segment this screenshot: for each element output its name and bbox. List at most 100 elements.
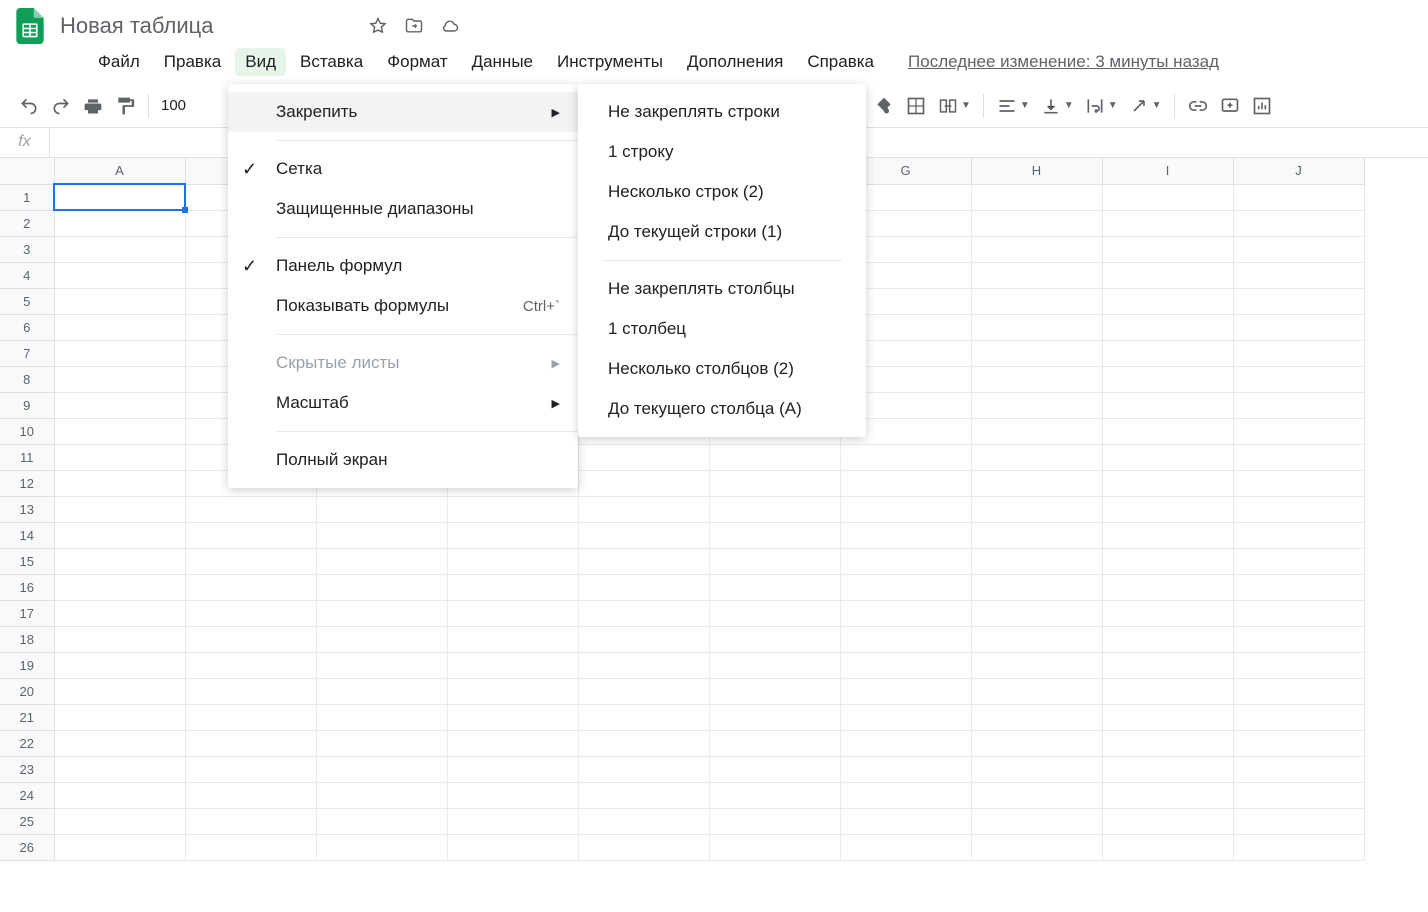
column-header[interactable]: H: [971, 158, 1102, 184]
cell[interactable]: [1102, 340, 1233, 366]
sheets-logo-icon[interactable]: [12, 8, 48, 44]
cell[interactable]: [316, 522, 447, 548]
cell[interactable]: [1102, 236, 1233, 262]
cell[interactable]: [578, 704, 709, 730]
cell[interactable]: [54, 418, 185, 444]
cell[interactable]: [185, 548, 316, 574]
cell[interactable]: [971, 314, 1102, 340]
cell[interactable]: [578, 626, 709, 652]
cell[interactable]: [578, 652, 709, 678]
cell[interactable]: [578, 496, 709, 522]
menu-format[interactable]: Формат: [377, 48, 457, 76]
print-icon[interactable]: [78, 91, 108, 121]
cell[interactable]: [1233, 314, 1364, 340]
text-wrap-icon[interactable]: [1080, 91, 1110, 121]
cell[interactable]: [54, 548, 185, 574]
undo-icon[interactable]: [14, 91, 44, 121]
cell[interactable]: [54, 314, 185, 340]
cell[interactable]: [316, 808, 447, 834]
row-header[interactable]: 20: [0, 678, 54, 704]
cell[interactable]: [1102, 210, 1233, 236]
column-header[interactable]: J: [1233, 158, 1364, 184]
row-header[interactable]: 17: [0, 600, 54, 626]
cell[interactable]: [316, 600, 447, 626]
cell[interactable]: [1102, 574, 1233, 600]
cell[interactable]: [1233, 340, 1364, 366]
cell[interactable]: [447, 548, 578, 574]
cell[interactable]: [1233, 184, 1364, 210]
row-header[interactable]: 25: [0, 808, 54, 834]
cell[interactable]: [185, 730, 316, 756]
cell[interactable]: [1233, 392, 1364, 418]
cell[interactable]: [316, 756, 447, 782]
cell[interactable]: [54, 756, 185, 782]
menu-data[interactable]: Данные: [462, 48, 543, 76]
cell[interactable]: [971, 288, 1102, 314]
cell[interactable]: [54, 574, 185, 600]
cell[interactable]: [971, 418, 1102, 444]
column-header[interactable]: A: [54, 158, 185, 184]
merge-cells-icon[interactable]: [933, 91, 963, 121]
cell[interactable]: [185, 834, 316, 860]
insert-chart-icon[interactable]: [1247, 91, 1277, 121]
cell[interactable]: [185, 782, 316, 808]
cell[interactable]: [447, 652, 578, 678]
cell[interactable]: [1233, 210, 1364, 236]
document-title-input[interactable]: [60, 13, 348, 39]
cell[interactable]: [840, 730, 971, 756]
cell[interactable]: [840, 470, 971, 496]
cell[interactable]: [1233, 522, 1364, 548]
cell[interactable]: [971, 600, 1102, 626]
cell[interactable]: [185, 678, 316, 704]
insert-link-icon[interactable]: [1183, 91, 1213, 121]
cell[interactable]: [447, 678, 578, 704]
cell[interactable]: [971, 340, 1102, 366]
cell[interactable]: [185, 756, 316, 782]
row-header[interactable]: 11: [0, 444, 54, 470]
cell[interactable]: [971, 392, 1102, 418]
paint-format-icon[interactable]: [110, 91, 140, 121]
cell[interactable]: [971, 782, 1102, 808]
cell[interactable]: [447, 522, 578, 548]
cell[interactable]: [54, 288, 185, 314]
cell[interactable]: [54, 704, 185, 730]
freeze-several-cols[interactable]: Несколько столбцов (2): [578, 349, 866, 389]
row-header[interactable]: 13: [0, 496, 54, 522]
cell[interactable]: [709, 730, 840, 756]
cell[interactable]: [971, 496, 1102, 522]
cell[interactable]: [971, 236, 1102, 262]
cell[interactable]: [840, 574, 971, 600]
row-header[interactable]: 23: [0, 756, 54, 782]
row-header[interactable]: 24: [0, 782, 54, 808]
cell[interactable]: [709, 834, 840, 860]
cell[interactable]: [185, 522, 316, 548]
cell[interactable]: [709, 470, 840, 496]
freeze-no-cols[interactable]: Не закреплять столбцы: [578, 269, 866, 309]
cell[interactable]: [316, 782, 447, 808]
menu-addons[interactable]: Дополнения: [677, 48, 793, 76]
cell[interactable]: [54, 730, 185, 756]
row-header[interactable]: 5: [0, 288, 54, 314]
cell[interactable]: [316, 548, 447, 574]
cell[interactable]: [54, 626, 185, 652]
cell[interactable]: [1233, 782, 1364, 808]
cell[interactable]: [1233, 834, 1364, 860]
row-header[interactable]: 18: [0, 626, 54, 652]
cell[interactable]: [1233, 262, 1364, 288]
cell[interactable]: [54, 470, 185, 496]
row-header[interactable]: 19: [0, 652, 54, 678]
cell[interactable]: [971, 756, 1102, 782]
cell[interactable]: [1233, 626, 1364, 652]
cell[interactable]: [185, 574, 316, 600]
cell[interactable]: [840, 548, 971, 574]
cell[interactable]: [1102, 418, 1233, 444]
row-header[interactable]: 9: [0, 392, 54, 418]
cell[interactable]: [971, 366, 1102, 392]
cell[interactable]: [185, 626, 316, 652]
cell[interactable]: [1102, 496, 1233, 522]
menu-zoom[interactable]: Масштаб▶: [228, 383, 578, 423]
cell[interactable]: [971, 444, 1102, 470]
cell[interactable]: [1102, 444, 1233, 470]
cell[interactable]: [1233, 444, 1364, 470]
cell[interactable]: [709, 756, 840, 782]
